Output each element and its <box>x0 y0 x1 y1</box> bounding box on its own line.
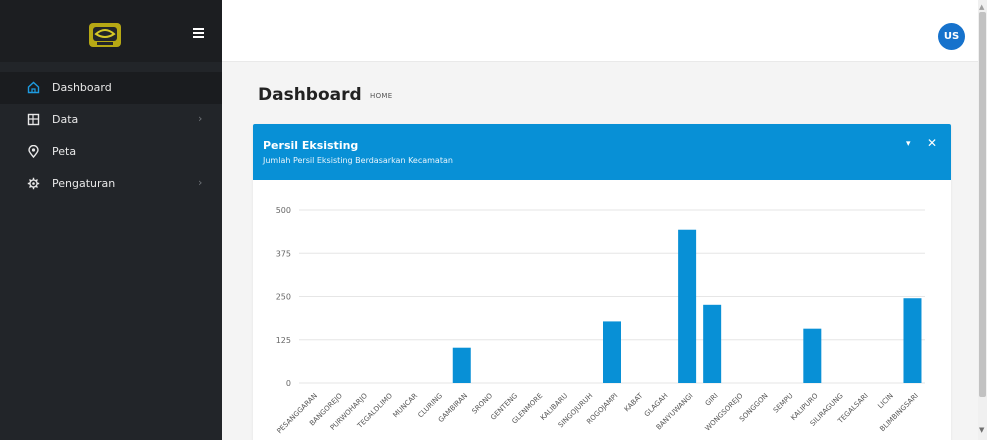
sidebar-item-label: Peta <box>52 145 77 158</box>
y-tick-label: 375 <box>276 249 291 258</box>
x-tick-label: MUNCAR <box>392 392 420 420</box>
sidebar-item-pengaturan[interactable]: Pengaturan › <box>0 168 222 200</box>
sidebar: Dashboard Data › Peta Pengaturan › <box>0 0 222 440</box>
scroll-down-icon[interactable]: ▼ <box>979 426 984 434</box>
page-title: Dashboard <box>258 85 362 105</box>
persil-card: Persil Eksisting Jumlah Persil Eksisting… <box>253 124 951 440</box>
bar <box>703 304 722 383</box>
x-tick-label: PESANGGARAN <box>275 392 318 435</box>
bar <box>903 298 922 383</box>
x-tick-label: LICIN <box>876 392 894 410</box>
sidebar-item-peta[interactable]: Peta <box>0 136 222 168</box>
sidebar-menu: Dashboard Data › Peta Pengaturan › <box>0 72 222 200</box>
scroll-up-icon[interactable]: ▲ <box>979 3 984 11</box>
x-tick-label: SEMPU <box>772 392 795 415</box>
sidebar-item-dashboard[interactable]: Dashboard <box>0 72 222 104</box>
sidebar-item-label: Dashboard <box>52 81 112 94</box>
breadcrumb[interactable]: HOME <box>370 92 392 100</box>
sidebar-item-label: Pengaturan <box>52 177 116 190</box>
collapse-icon[interactable]: ▾ <box>906 139 911 149</box>
home-icon <box>27 81 40 94</box>
map-pin-icon <box>28 145 39 158</box>
sidebar-item-label: Data <box>52 113 79 126</box>
bar-chart: 0125250375500PESANGGARANBANGOREJOPURWOHA… <box>275 206 925 435</box>
gear-icon <box>27 177 40 190</box>
bar <box>452 347 471 383</box>
x-tick-label: SRONO <box>470 391 494 415</box>
topbar: US <box>222 0 978 62</box>
sidebar-header <box>0 0 222 62</box>
chevron-right-icon: › <box>198 176 203 189</box>
sidebar-item-data[interactable]: Data › <box>0 104 222 136</box>
y-tick-label: 125 <box>276 336 291 345</box>
table-icon <box>27 113 40 126</box>
card-title: Persil Eksisting <box>263 139 359 152</box>
y-tick-label: 0 <box>286 379 291 388</box>
bar <box>603 321 621 383</box>
x-tick-label: GIRI <box>704 392 720 408</box>
bar <box>678 229 697 383</box>
chevron-right-icon: › <box>198 112 203 125</box>
logo-icon[interactable] <box>88 22 122 48</box>
card-header: Persil Eksisting Jumlah Persil Eksisting… <box>253 124 951 180</box>
y-tick-label: 500 <box>276 206 291 215</box>
x-tick-label: KABAT <box>623 391 645 413</box>
menu-toggle-icon[interactable] <box>193 28 204 38</box>
y-tick-label: 250 <box>276 293 291 302</box>
page-scrollbar[interactable]: ▲ ▼ <box>978 0 987 440</box>
user-avatar[interactable]: US <box>938 23 965 50</box>
scrollbar-thumb[interactable] <box>979 12 986 397</box>
close-icon[interactable]: ✕ <box>927 136 937 150</box>
bar <box>803 328 822 383</box>
card-subtitle: Jumlah Persil Eksisting Berdasarkan Keca… <box>263 156 453 165</box>
